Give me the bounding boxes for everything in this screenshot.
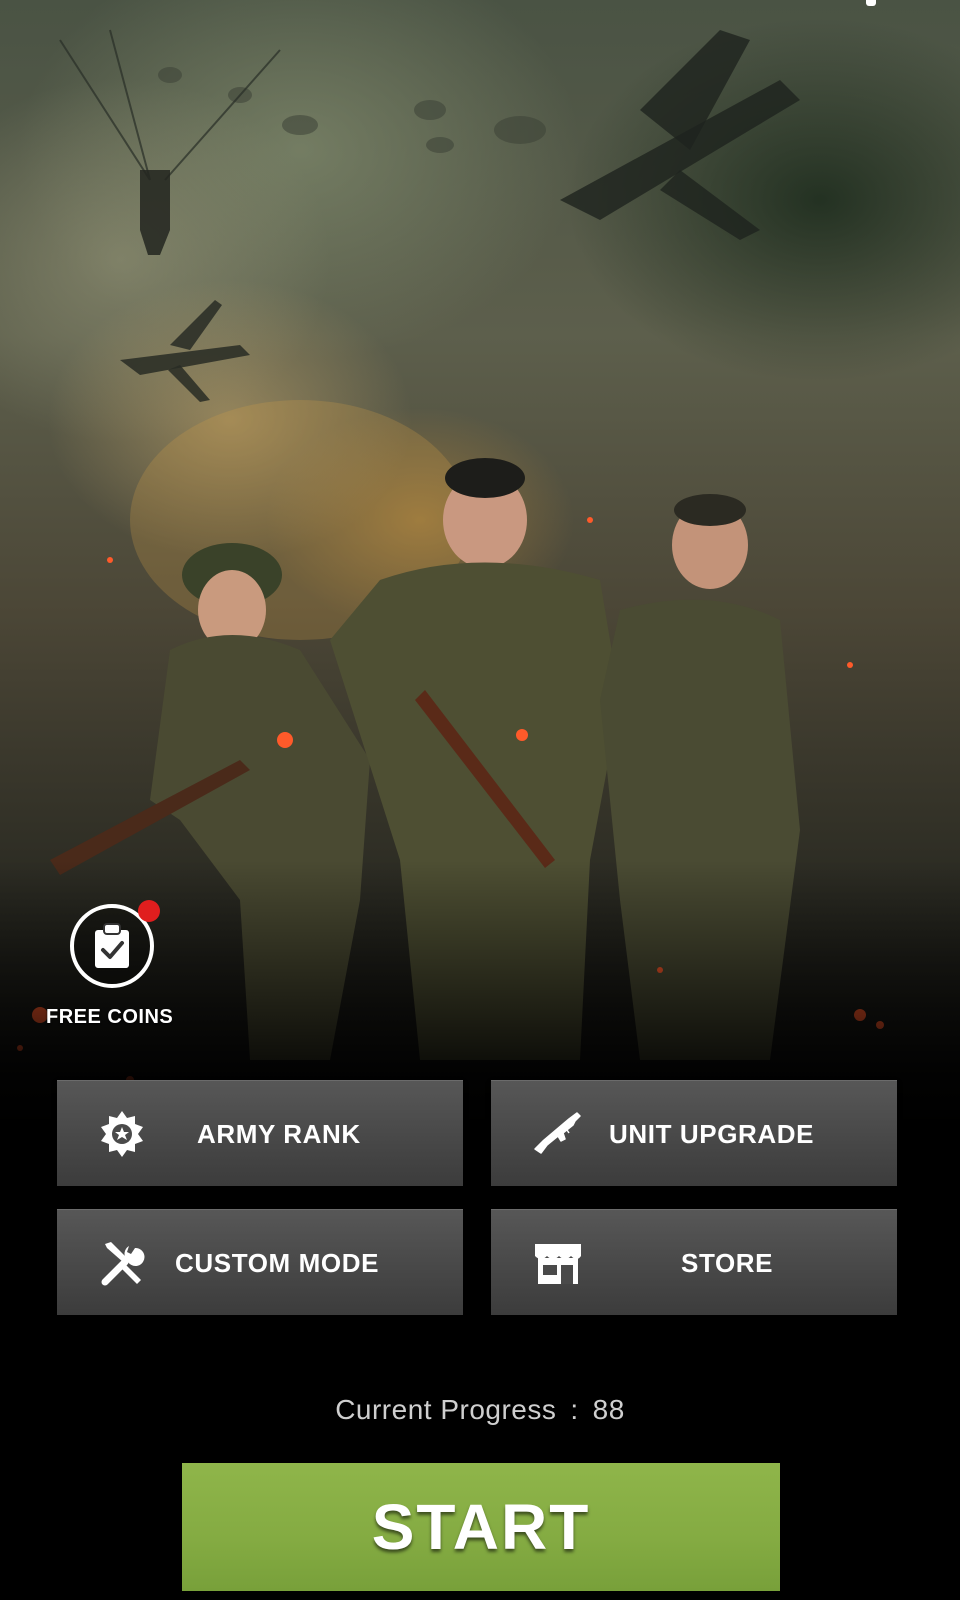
clipboard-check-icon [95, 923, 129, 968]
unit-upgrade-button[interactable]: UNIT UPGRADE [491, 1080, 897, 1186]
paratrooper [140, 170, 170, 255]
free-coins-label: FREE COINS [46, 1006, 174, 1028]
custom-mode-button[interactable]: CUSTOM MODE [57, 1209, 463, 1315]
unit-upgrade-label: UNIT UPGRADE [609, 1119, 815, 1149]
progress-value: 88 [592, 1394, 625, 1425]
store-button[interactable]: STORE [491, 1209, 897, 1315]
status-bar-indicator [866, 0, 876, 6]
custom-mode-label: CUSTOM MODE [175, 1248, 380, 1278]
start-button[interactable]: START [182, 1463, 780, 1591]
army-rank-button[interactable]: ARMY RANK [57, 1080, 463, 1186]
progress-separator: : [570, 1394, 579, 1425]
rifle-icon [534, 1112, 581, 1154]
shop-icon [535, 1244, 581, 1284]
wrench-screwdriver-icon [101, 1242, 145, 1286]
plane-silhouette [120, 300, 250, 402]
store-label: STORE [681, 1248, 774, 1278]
notification-dot [138, 900, 160, 922]
current-progress: Current Progress:88 [0, 1394, 960, 1426]
progress-label: Current Progress [335, 1394, 557, 1425]
army-rank-label: ARMY RANK [197, 1119, 361, 1149]
free-coins-button[interactable]: FREE COINS [46, 900, 186, 1040]
medal-icon [101, 1111, 143, 1157]
